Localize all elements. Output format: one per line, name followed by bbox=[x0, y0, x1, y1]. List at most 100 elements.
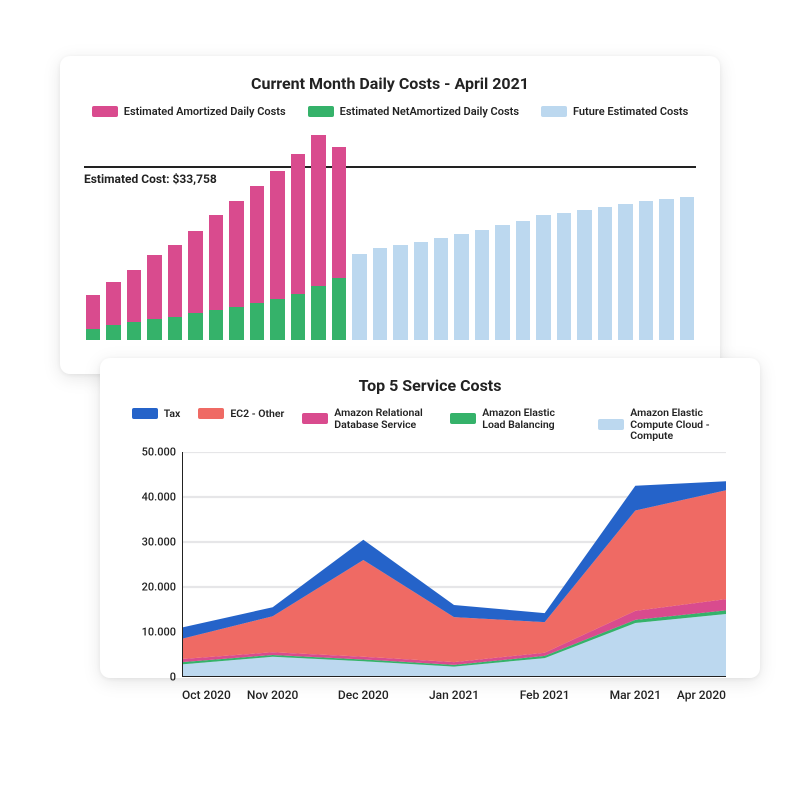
bar-segment bbox=[291, 294, 305, 340]
bar-segment bbox=[352, 254, 366, 340]
bar-day bbox=[188, 231, 202, 340]
bar-day bbox=[291, 154, 305, 340]
bar-day bbox=[311, 135, 325, 340]
bar-day bbox=[393, 245, 407, 340]
bar-segment bbox=[209, 215, 223, 310]
bar-day bbox=[373, 248, 387, 340]
legend-ec2other-label: EC2 - Other bbox=[230, 407, 284, 420]
bar-segment bbox=[373, 248, 387, 340]
x-tick-label: Oct 2020 bbox=[182, 688, 231, 702]
bar-segment bbox=[577, 210, 591, 340]
bar-day bbox=[618, 204, 632, 340]
legend-tax: Tax bbox=[132, 407, 181, 420]
bar-segment bbox=[229, 307, 243, 340]
bar-segment bbox=[291, 154, 305, 294]
bar-segment bbox=[86, 329, 100, 340]
top5-services-card: Top 5 Service Costs Tax EC2 - Other Amaz… bbox=[100, 358, 760, 678]
bar-segment bbox=[106, 325, 120, 340]
legend-swatch-red bbox=[198, 408, 224, 419]
bar-segment bbox=[188, 313, 202, 340]
bar-segment bbox=[250, 186, 264, 303]
bar-day bbox=[454, 234, 468, 340]
legend-elb: Amazon Elastic Load Balancing bbox=[450, 407, 580, 430]
bar-segment bbox=[639, 201, 653, 340]
y-axis-ticks: 50.00040.00030.00020.00010.0000 bbox=[124, 452, 180, 677]
legend-rds-label: Amazon Relational Database Service bbox=[334, 407, 432, 430]
bar-segment bbox=[229, 201, 243, 307]
legend-swatch-lblue2 bbox=[598, 419, 624, 430]
bar-day bbox=[536, 215, 550, 340]
bar-segment bbox=[332, 147, 346, 278]
bar-day bbox=[577, 210, 591, 340]
bar-segment bbox=[680, 197, 694, 340]
bar-segment bbox=[188, 231, 202, 313]
legend-ec2other: EC2 - Other bbox=[198, 407, 284, 420]
bar-segment bbox=[495, 225, 509, 340]
bar-segment bbox=[106, 282, 120, 324]
legend-ec2compute: Amazon Elastic Compute Cloud - Compute bbox=[598, 407, 728, 442]
top5-plot bbox=[182, 452, 726, 677]
bar-day bbox=[250, 186, 264, 340]
bar-segment bbox=[475, 230, 489, 340]
bar-segment bbox=[311, 286, 325, 340]
legend-swatch-lblue bbox=[541, 106, 567, 117]
y-tick-label: 40.000 bbox=[142, 490, 176, 503]
bar-day bbox=[516, 221, 530, 340]
legend-swatch-green bbox=[308, 106, 334, 117]
y-tick-label: 0 bbox=[170, 670, 176, 683]
legend-swatch-blue bbox=[132, 408, 158, 419]
top5-plot-outer: 50.00040.00030.00020.00010.0000 bbox=[124, 452, 736, 677]
bar-segment bbox=[598, 207, 612, 340]
x-tick-label: Mar 2021 bbox=[610, 688, 661, 702]
legend-swatch-green2 bbox=[450, 413, 476, 424]
bar-day bbox=[475, 230, 489, 340]
bar-segment bbox=[618, 204, 632, 340]
daily-costs-title: Current Month Daily Costs - April 2021 bbox=[84, 74, 696, 93]
top5-legend: Tax EC2 - Other Amazon Relational Databa… bbox=[124, 407, 736, 442]
legend-future-label: Future Estimated Costs bbox=[573, 105, 688, 118]
bar-segment bbox=[147, 255, 161, 319]
legend-future: Future Estimated Costs bbox=[541, 105, 688, 118]
bar-segment bbox=[270, 299, 284, 340]
y-tick-label: 10.000 bbox=[142, 625, 176, 638]
bar-day bbox=[270, 171, 284, 340]
legend-amortized-label: Estimated Amortized Daily Costs bbox=[124, 105, 286, 118]
bar-day bbox=[352, 254, 366, 340]
legend-elb-label: Amazon Elastic Load Balancing bbox=[482, 407, 580, 430]
bar-segment bbox=[270, 171, 284, 299]
legend-netamortized-label: Estimated NetAmortized Daily Costs bbox=[340, 105, 519, 118]
area-svg bbox=[182, 452, 726, 677]
bar-day bbox=[414, 242, 428, 340]
bar-day bbox=[229, 201, 243, 340]
bar-segment bbox=[557, 213, 571, 340]
bar-day bbox=[495, 225, 509, 340]
bar-day bbox=[434, 238, 448, 340]
bar-segment bbox=[250, 303, 264, 340]
bar-segment bbox=[168, 317, 182, 340]
y-tick-label: 50.000 bbox=[142, 445, 176, 458]
bar-segment bbox=[127, 322, 141, 340]
bar-day bbox=[639, 201, 653, 340]
y-tick-label: 30.000 bbox=[142, 535, 176, 548]
bar-segment bbox=[414, 242, 428, 340]
bar-segment bbox=[209, 310, 223, 340]
top5-title: Top 5 Service Costs bbox=[124, 376, 736, 395]
bar-segment bbox=[536, 215, 550, 340]
y-tick-label: 20.000 bbox=[142, 580, 176, 593]
x-tick-label: Dec 2020 bbox=[338, 688, 389, 702]
legend-swatch-pink2 bbox=[302, 413, 328, 424]
legend-netamortized: Estimated NetAmortized Daily Costs bbox=[308, 105, 519, 118]
bar-segment bbox=[86, 295, 100, 328]
bar-segment bbox=[434, 238, 448, 340]
x-tick-label: Apr 2020 bbox=[677, 688, 726, 702]
bar-day bbox=[127, 270, 141, 340]
bar-day bbox=[168, 245, 182, 340]
bar-day bbox=[106, 282, 120, 340]
bar-segment bbox=[168, 245, 182, 317]
legend-tax-label: Tax bbox=[164, 407, 181, 420]
bar-day bbox=[659, 199, 673, 340]
bar-segment bbox=[332, 278, 346, 340]
bar-container bbox=[84, 134, 696, 340]
x-tick-label: Feb 2021 bbox=[520, 688, 570, 702]
bar-segment bbox=[454, 234, 468, 340]
